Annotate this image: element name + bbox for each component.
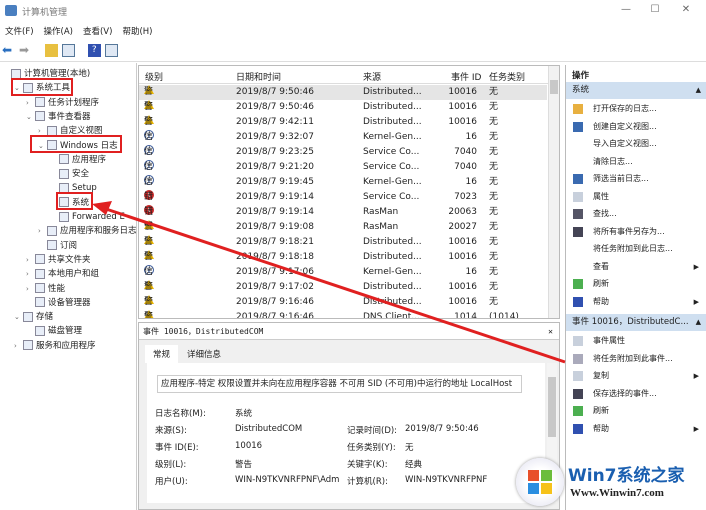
- highlight-system-tools: [11, 78, 73, 96]
- annotation-arrow-line: [99, 205, 566, 364]
- annotation-arrow-head: [92, 201, 112, 215]
- watermark-name: Win7系统之家: [568, 466, 685, 486]
- watermark: Win7系统之家 Www.Winwin7.com: [516, 455, 706, 510]
- watermark-url: Www.Winwin7.com: [570, 487, 664, 499]
- highlight-system-log: [56, 192, 93, 210]
- highlight-windows-logs: [30, 135, 122, 153]
- windows-logo: [516, 458, 564, 506]
- annotation-overlay: [92, 201, 566, 364]
